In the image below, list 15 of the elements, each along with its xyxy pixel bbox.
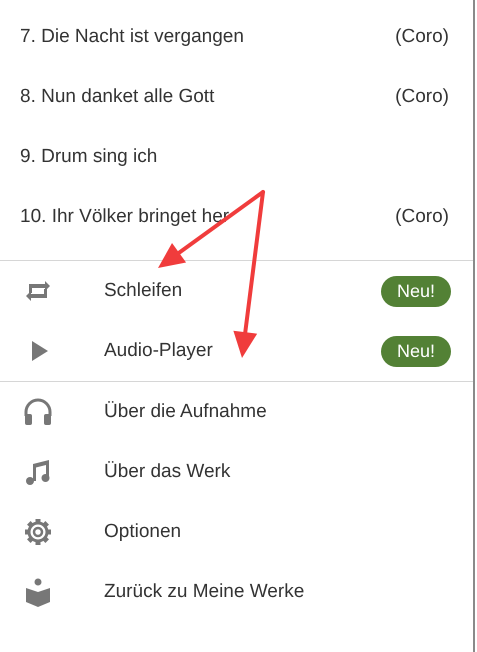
menu-item[interactable]: Optionen <box>0 502 473 562</box>
track-title[interactable]: 7. Die Nacht ist vergangen <box>20 26 244 48</box>
menu-item[interactable]: Über das Werk <box>0 442 473 502</box>
headphones-icon <box>22 396 54 428</box>
settings-icon <box>22 516 54 548</box>
track-part: (Coro) <box>395 86 449 108</box>
track-title[interactable]: 8. Nun danket alle Gott <box>20 86 214 108</box>
new-badge: Neu! <box>380 276 451 306</box>
menu-item[interactable]: Schleifen Neu! <box>0 261 473 321</box>
track-part: (Coro) <box>395 26 449 48</box>
menu-item[interactable]: Über die Aufnahme <box>0 382 473 442</box>
menu-item[interactable]: Zurück zu Meine Werke <box>0 562 473 622</box>
new-badge: Neu! <box>380 336 451 366</box>
track-part: (Coro) <box>395 206 449 228</box>
track-title[interactable]: 9. Drum sing ich <box>20 146 158 168</box>
